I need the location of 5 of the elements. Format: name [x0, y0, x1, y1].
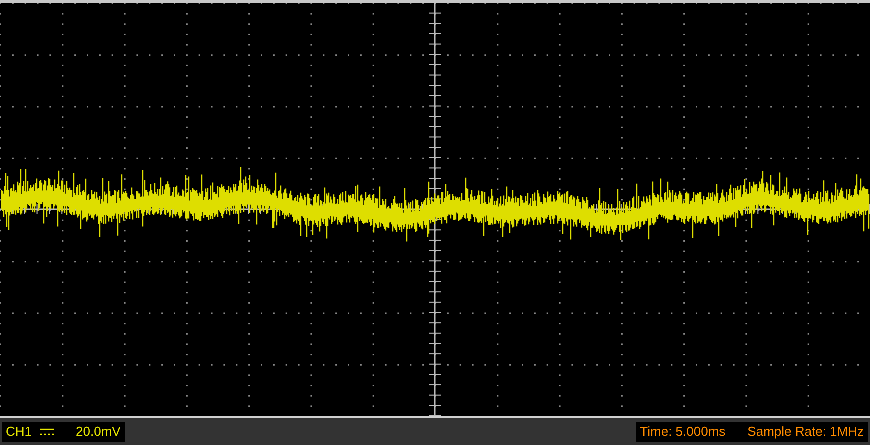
timebase-label: Time: 5.000ms	[640, 424, 726, 439]
channel-label: CH1	[6, 424, 32, 439]
dc-coupling-icon	[40, 428, 54, 436]
volts-per-division: 20.0mV	[76, 424, 121, 439]
sample-rate-label: Sample Rate: 1MHz	[748, 424, 864, 439]
